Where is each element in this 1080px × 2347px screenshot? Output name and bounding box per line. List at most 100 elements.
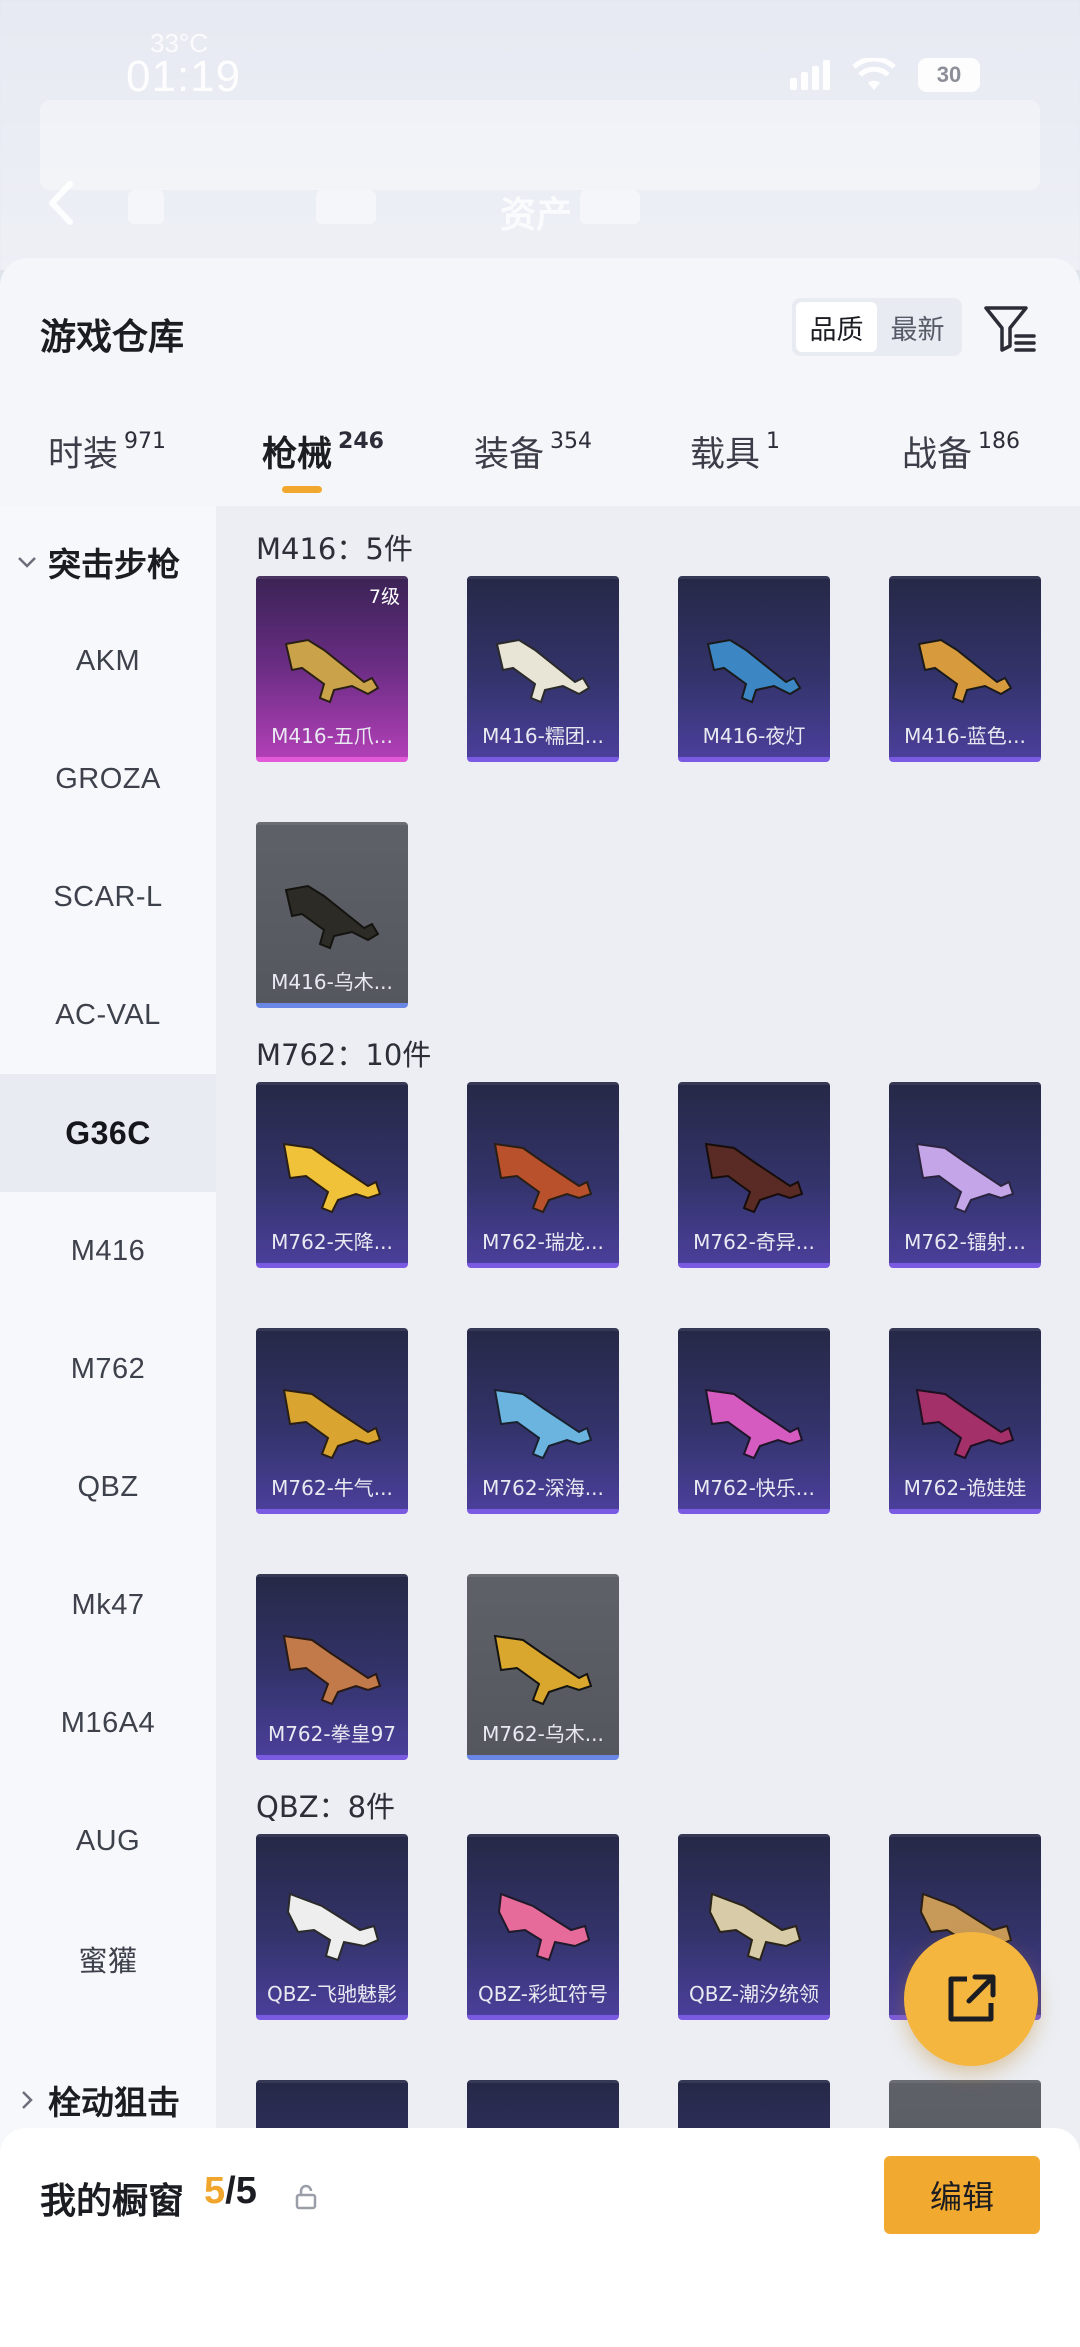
showcase-count-total: /5 xyxy=(225,2170,257,2212)
sidebar-item-qbz[interactable]: QBZ xyxy=(0,1428,216,1546)
sidebar-category-assault-rifles[interactable]: 突击步枪 xyxy=(16,532,180,592)
skin-card[interactable]: M416-蓝色... xyxy=(889,576,1041,762)
skin-card[interactable]: M762-拳皇97 xyxy=(256,1574,408,1760)
status-time: 01:19 xyxy=(126,52,242,101)
skin-card[interactable]: M762-牛气... xyxy=(256,1328,408,1514)
sort-quality-option[interactable]: 品质 xyxy=(796,302,877,352)
rifle-icon xyxy=(286,1892,380,1962)
sidebar-item-akm[interactable]: AKM xyxy=(0,602,216,720)
rifle-icon xyxy=(493,1142,593,1214)
skin-name: M762-瑞龙... xyxy=(482,1230,604,1254)
tab-fashion[interactable]: 时装 971 xyxy=(48,426,166,506)
share-fab[interactable] xyxy=(904,1932,1038,2066)
rifle-icon xyxy=(704,1388,804,1460)
weapon-grid: M416：5件 7级 M416-五爪... M416-糯团... M416-夜灯… xyxy=(216,506,1080,2347)
rifle-icon xyxy=(917,638,1013,704)
tab-count: 246 xyxy=(338,429,384,454)
skin-name: M762-牛气... xyxy=(271,1476,393,1500)
sidebar-item-mk47[interactable]: Mk47 xyxy=(0,1546,216,1664)
tab-count: 1 xyxy=(766,429,781,454)
weapon-sidebar: 突击步枪 AKM GROZA SCAR-L AC-VAL G36C M416 M… xyxy=(0,506,216,2347)
signal-icon xyxy=(790,60,830,90)
sidebar-item-m16a4[interactable]: M16A4 xyxy=(0,1664,216,1782)
sidebar-item-groza[interactable]: GROZA xyxy=(0,720,216,838)
sidebar-item-aug[interactable]: AUG xyxy=(0,1782,216,1900)
skin-card[interactable]: M416-糯团... xyxy=(467,576,619,762)
showcase-count: 5/5 xyxy=(204,2170,257,2213)
rifle-icon xyxy=(708,1892,802,1962)
skin-card[interactable]: M416-乌木... xyxy=(256,822,408,1008)
skin-name: M416-蓝色... xyxy=(904,724,1026,748)
skin-name: M416-夜灯 xyxy=(702,724,806,748)
skin-card[interactable]: M762-瑞龙... xyxy=(467,1082,619,1268)
rifle-icon xyxy=(915,1388,1015,1460)
showcase-count-current: 5 xyxy=(204,2170,226,2212)
tab-count: 354 xyxy=(550,429,593,454)
showcase-footer: 我的橱窗 5/5 编辑 xyxy=(0,2128,1080,2347)
skin-card[interactable]: M762-深海... xyxy=(467,1328,619,1514)
sidebar-item-m416[interactable]: M416 xyxy=(0,1192,216,1310)
section-title-qbz: QBZ：8件 xyxy=(256,1790,396,1824)
battery-icon: 30 xyxy=(918,58,980,92)
external-link-icon xyxy=(948,1974,996,2022)
rifle-icon xyxy=(915,1142,1015,1214)
sort-newest-option[interactable]: 最新 xyxy=(877,302,958,352)
skin-card[interactable]: M416-夜灯 xyxy=(678,576,830,762)
section-title-m762: M762：10件 xyxy=(256,1038,432,1072)
tab-firearms[interactable]: 枪械 246 xyxy=(262,426,384,506)
tab-count: 971 xyxy=(124,429,167,454)
skin-name: M762-快乐... xyxy=(693,1476,815,1500)
skin-card[interactable]: QBZ-潮汐统领 xyxy=(678,1834,830,2020)
skin-card[interactable]: QBZ-飞驰魅影 xyxy=(256,1834,408,2020)
active-tab-indicator xyxy=(282,486,322,493)
skin-name: M762-拳皇97 xyxy=(267,1722,397,1746)
chevron-down-icon xyxy=(18,557,36,568)
back-arrow-icon[interactable] xyxy=(38,178,88,228)
tab-label: 载具 xyxy=(690,435,761,475)
sidebar-item-m762[interactable]: M762 xyxy=(0,1310,216,1428)
skin-card[interactable]: M762-乌木... xyxy=(467,1574,619,1760)
sheet-title: 游戏仓库 xyxy=(40,317,185,358)
rifle-icon xyxy=(282,1388,382,1460)
tab-equipment[interactable]: 装备 354 xyxy=(474,426,592,506)
skin-card[interactable]: M762-快乐... xyxy=(678,1328,830,1514)
skin-card[interactable]: M762-天降... xyxy=(256,1082,408,1268)
rifle-icon xyxy=(495,638,591,704)
background-chip xyxy=(580,190,640,224)
filter-icon[interactable] xyxy=(982,300,1038,356)
edit-button[interactable]: 编辑 xyxy=(884,2156,1040,2234)
sidebar-category-label: 栓动狙击 xyxy=(48,2083,180,2122)
tab-label: 枪械 xyxy=(262,435,333,475)
skin-name: M416-糯团... xyxy=(482,724,604,748)
skin-name: M762-天降... xyxy=(271,1230,393,1254)
background-chip xyxy=(128,190,164,224)
chevron-right-icon xyxy=(22,2091,33,2109)
skin-card[interactable]: M762-镭射... xyxy=(889,1082,1041,1268)
wifi-icon xyxy=(852,58,896,90)
lock-icon xyxy=(295,2184,317,2210)
skin-card[interactable]: 7级 M416-五爪... xyxy=(256,576,408,762)
rifle-icon xyxy=(284,884,380,950)
skin-card[interactable]: M762-奇异... xyxy=(678,1082,830,1268)
rifle-icon xyxy=(497,1892,591,1962)
skin-name: M762-深海... xyxy=(482,1476,604,1500)
tab-gear[interactable]: 战备 186 xyxy=(902,426,1020,506)
sidebar-item-scar-l[interactable]: SCAR-L xyxy=(0,838,216,956)
tab-vehicles[interactable]: 载具 1 xyxy=(690,426,780,506)
skin-card[interactable]: QBZ-彩虹符号 xyxy=(467,1834,619,2020)
rifle-icon xyxy=(706,638,802,704)
category-tabs: 时装 971 枪械 246 装备 354 载具 1 战备 186 xyxy=(0,426,1080,506)
section-title-m416: M416：5件 xyxy=(256,532,413,566)
skin-name: M762-乌木... xyxy=(482,1722,604,1746)
sidebar-item-ac-val[interactable]: AC-VAL xyxy=(0,956,216,1074)
sidebar-category-bolt-action[interactable]: 栓动狙击 xyxy=(16,2070,180,2130)
sidebar-item-honey-badger[interactable]: 蜜獾 xyxy=(0,1900,216,2018)
tab-label: 装备 xyxy=(474,435,545,475)
showcase-title: 我的橱窗 xyxy=(40,2181,185,2222)
rifle-icon xyxy=(493,1634,593,1706)
sidebar-item-g36c[interactable]: G36C xyxy=(0,1074,216,1192)
warehouse-sheet: 游戏仓库 品质 最新 时装 971 枪械 246 装备 354 载具 1 战备 186 突… xyxy=(0,258,1080,2347)
background-title: 资产 xyxy=(500,195,573,236)
skin-card[interactable]: M762-诡娃娃 xyxy=(889,1328,1041,1514)
skin-name: QBZ-彩虹符号 xyxy=(477,1982,609,2006)
